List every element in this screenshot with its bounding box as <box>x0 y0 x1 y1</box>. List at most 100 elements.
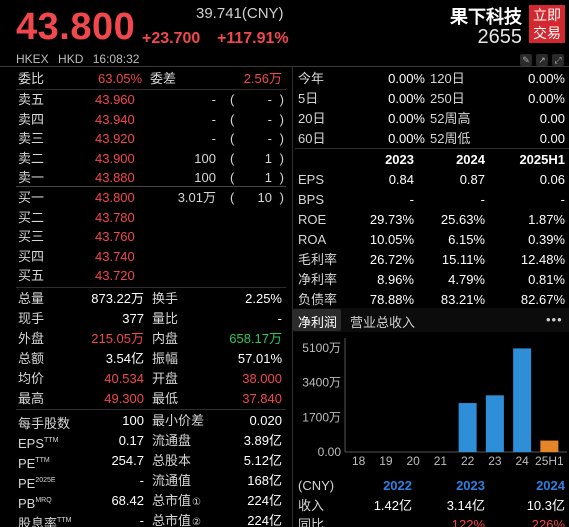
valuation-label: 最小价差 <box>152 411 205 433</box>
valuation-label-text: 股息率 <box>18 516 58 527</box>
financial-label: ROE <box>298 212 327 227</box>
valuation-label-text: 流通盘 <box>152 433 192 448</box>
ask-level-row: 卖五 43.960-(-) <box>18 90 284 110</box>
financial-year: 2023 <box>385 152 414 167</box>
divider <box>16 186 286 187</box>
valuation-row: PE2025E - 流通值 168亿 <box>18 471 284 491</box>
valuation-row: PETTM 254.7 总股本 5.12亿 <box>18 451 284 471</box>
stat-value: 2.25% <box>245 291 282 306</box>
stat-label: 振幅 <box>152 351 179 366</box>
financial-row: EPS 0.84 0.87 0.06 <box>298 170 567 190</box>
valuation-label-text: PE <box>18 456 36 471</box>
level-label: 卖四 <box>18 111 45 127</box>
valuation-row: 每手股数 100 最小价差 0.020 <box>18 411 284 431</box>
financial-label: 净利率 <box>298 272 338 287</box>
performance-label: 60日 <box>298 131 326 146</box>
level-price: 43.940 <box>95 111 135 127</box>
performance-row: 今年 0.00% 120日 0.00% <box>298 69 567 89</box>
level-volume: 100 <box>194 170 216 185</box>
level-count: - <box>267 131 272 146</box>
level-count-open: ( <box>230 131 235 146</box>
level-count: 1 <box>264 150 272 166</box>
share-icon[interactable]: ↗ <box>536 54 548 66</box>
stat-label: 最低 <box>152 391 179 406</box>
level-count-open: ( <box>230 150 235 166</box>
trade-button-line1: 立即 <box>533 7 561 23</box>
valuation-label-text: 总市值 <box>152 493 192 508</box>
tab-net-profit[interactable]: 净利润 <box>298 312 337 331</box>
valuation-label-suffix: TTM <box>57 517 72 524</box>
valuation-row: EPSTTM 0.17 流通盘 3.89亿 <box>18 431 284 451</box>
divider <box>16 287 286 288</box>
level-volume: - <box>211 92 216 107</box>
financial-value: 26.72% <box>369 252 414 267</box>
x-tick-label: 24 <box>515 454 529 468</box>
stat-value: 37.840 <box>242 391 282 406</box>
edit-icon[interactable]: ✎ <box>520 54 532 66</box>
stat-row: 均价 40.534 开盘 38.000 <box>18 369 284 389</box>
x-tick-label: 23 <box>488 454 502 468</box>
x-tick-label: 19 <box>379 454 393 468</box>
valuation-row: PBMRQ 68.42 总市值① 224亿 <box>18 491 284 511</box>
performance-value: 0.00% <box>388 131 425 146</box>
performance-label: 今年 <box>298 71 325 86</box>
y-tick-label: 1700万 <box>302 410 341 424</box>
financial-label: ROA <box>298 232 327 247</box>
stat-row: 现手 377 量比 - <box>18 309 284 329</box>
level-count: - <box>267 111 272 127</box>
revenue-value: 3.14亿 <box>446 498 485 513</box>
stat-label: 均价 <box>18 371 45 386</box>
level-volume: - <box>211 111 216 127</box>
trade-now-button[interactable]: 立即 交易 <box>529 5 565 43</box>
tab-total-revenue[interactable]: 营业总收入 <box>350 312 415 331</box>
price-change-percent: +117.91% <box>217 30 289 47</box>
revenue-value: 10.3亿 <box>526 498 565 513</box>
financial-row: 毛利率 26.72% 15.11% 12.48% <box>298 250 567 270</box>
financial-year: 2025H1 <box>519 152 565 167</box>
level-label: 卖五 <box>18 92 45 107</box>
performance-row: 20日 0.00% 52周高 0.00 <box>298 109 567 129</box>
level-count-open: ( <box>230 92 235 107</box>
market-info: HKEX HKD 16:08:32 <box>16 52 139 66</box>
financial-value: 82.67% <box>520 292 565 307</box>
divider <box>16 409 286 410</box>
valuation-label-suffix: TTM <box>44 437 59 444</box>
performance-value: 0.00% <box>388 91 425 106</box>
valuation-label-text: PE <box>18 476 36 491</box>
valuation-label-text: PB <box>18 496 36 511</box>
performance-label: 120日 <box>430 71 465 86</box>
level-label: 卖一 <box>18 170 45 185</box>
financial-value: 0.84 <box>388 172 414 187</box>
stat-label: 外盘 <box>18 331 45 346</box>
financial-value: 8.96% <box>377 272 414 287</box>
financial-row: ROE 29.73% 25.63% 1.87% <box>298 210 567 230</box>
expand-icon[interactable]: ⤢ <box>552 54 564 66</box>
financial-value: 4.79% <box>448 272 485 287</box>
financial-year: 2024 <box>456 152 485 167</box>
stat-label: 换手 <box>152 291 179 306</box>
stat-value: - <box>277 311 282 326</box>
financial-row: ROA 10.05% 6.15% 0.39% <box>298 230 567 250</box>
valuation-label: 总市值① <box>152 491 201 513</box>
level-volume: 100 <box>194 150 216 166</box>
stat-value: 377 <box>122 311 144 326</box>
revenue-year: 2023 <box>456 478 485 493</box>
ask-level-row: 卖一 43.880 100 (1) <box>18 168 284 188</box>
info-icon[interactable]: ② <box>192 517 201 527</box>
valuation-label-text: 总股本 <box>152 453 192 468</box>
stat-value: 38.000 <box>242 371 282 386</box>
bid-level-row: 买四 43.740 <box>18 247 284 267</box>
stat-row: 外盘 215.05万 内盘 658.17万 <box>18 329 284 349</box>
valuation-label: 流通值 <box>152 471 192 493</box>
info-icon[interactable]: ① <box>192 497 201 508</box>
valuation-value: 168亿 <box>247 473 282 488</box>
revenue-year: 2024 <box>536 478 565 493</box>
order-diff-value: 2.56万 <box>243 71 282 86</box>
stat-label: 总量 <box>18 291 45 306</box>
level-price: 43.920 <box>95 131 135 146</box>
level-label: 买三 <box>18 229 45 244</box>
more-options-icon[interactable]: ••• <box>546 312 563 327</box>
financial-value: 12.48% <box>520 252 565 267</box>
ask-level-row: 卖三 43.920-(-) <box>18 129 284 149</box>
x-tick-label: 18 <box>352 454 366 468</box>
